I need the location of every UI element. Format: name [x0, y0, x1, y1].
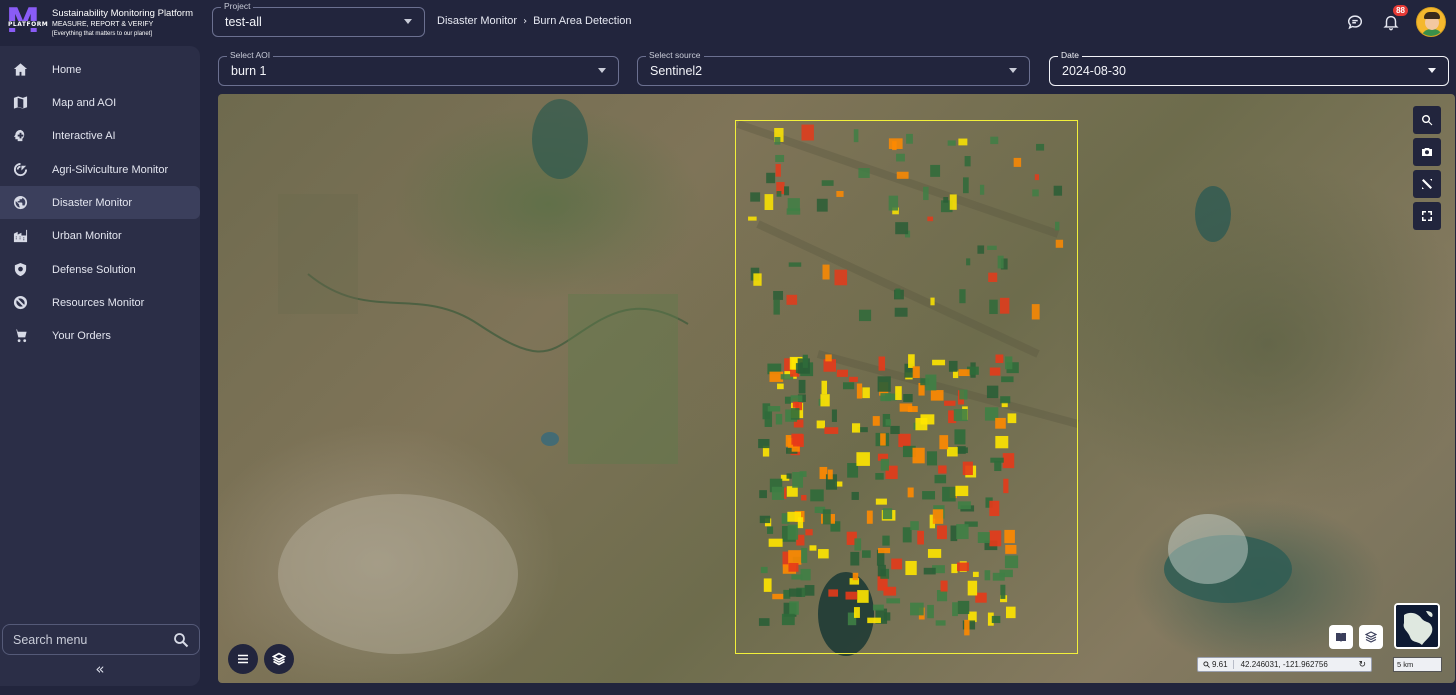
aoi-label: Select AOI: [227, 50, 274, 60]
top-right-actions: 88: [1330, 5, 1446, 37]
menu-icon: [238, 654, 248, 664]
aoi-value: burn 1: [231, 64, 267, 78]
project-select[interactable]: Project test-all: [212, 1, 425, 37]
brand-title: Sustainability Monitoring Platform: [52, 7, 193, 19]
sidebar-item-disaster-monitor[interactable]: Disaster Monitor: [0, 186, 200, 219]
chevron-down-icon: [404, 19, 412, 24]
measure-icon: [1422, 179, 1432, 189]
home-icon: [12, 62, 28, 78]
sidebar: Home Map and AOI Interactive AI Agri-Sil…: [0, 46, 200, 686]
sidebar-item-map-and-aoi[interactable]: Map and AOI: [0, 86, 200, 119]
shield-icon: [12, 262, 28, 278]
satellite-map[interactable]: 9.61 42.246031, -121.962756 ↻ 5 km: [218, 94, 1455, 683]
legend-menu-button[interactable]: [228, 644, 258, 674]
logo-word: PLATFORM: [7, 21, 50, 28]
sidebar-item-defense-solution[interactable]: Defense Solution: [0, 253, 200, 286]
sidebar-item-interactive-ai[interactable]: Interactive AI: [0, 119, 200, 152]
map-scale-bar: 5 km: [1393, 657, 1442, 672]
refresh-icon[interactable]: ↻: [1358, 660, 1366, 670]
chevron-down-icon: [1428, 68, 1436, 73]
overview-minimap[interactable]: [1394, 603, 1440, 649]
project-label: Project: [221, 1, 254, 11]
source-value: Sentinel2: [650, 64, 703, 78]
coordinates-text: 42.246031, -121.962756: [1240, 660, 1328, 669]
no-entry-icon: [12, 295, 28, 311]
cart-icon: [12, 328, 28, 344]
sidebar-item-label: Disaster Monitor: [52, 196, 133, 209]
date-value: 2024-08-30: [1062, 64, 1126, 78]
map-toolbar: [1413, 106, 1441, 234]
search-icon[interactable]: [173, 632, 189, 648]
sprout-icon: [12, 162, 28, 178]
search-menu-input[interactable]: [13, 632, 163, 647]
brand-tagline: [Everything that matters to our planet]: [52, 30, 153, 37]
date-select[interactable]: Date 2024-08-30: [1049, 50, 1449, 86]
sidebar-item-label: Agri-Silviculture Monitor: [52, 163, 169, 176]
book-icon: [1336, 633, 1346, 642]
sidebar-item-label: Your Orders: [52, 329, 111, 342]
layers-icon: [272, 652, 286, 666]
breadcrumb: Disaster Monitor › Burn Area Detection: [437, 15, 632, 27]
breadcrumb-item: Burn Area Detection: [533, 15, 632, 27]
chat-icon: [1347, 15, 1363, 30]
zoom-icon: [1203, 661, 1210, 668]
map-fullscreen-button[interactable]: [1413, 202, 1441, 230]
minimap-globe: [1396, 605, 1438, 647]
avatar[interactable]: [1416, 7, 1446, 37]
project-value: test-all: [225, 15, 262, 29]
platform-logo: M PLATFORM: [6, 1, 50, 41]
search-icon: [1422, 115, 1433, 126]
globe-icon: [12, 195, 28, 211]
map-measure-button[interactable]: [1413, 170, 1441, 198]
sidebar-item-resources-monitor[interactable]: Resources Monitor: [0, 286, 200, 319]
sidebar-item-agri-silviculture[interactable]: Agri-Silviculture Monitor: [0, 153, 200, 186]
map-screenshot-button[interactable]: [1413, 138, 1441, 166]
sidebar-item-label: Urban Monitor: [52, 229, 122, 242]
scale-label: 5 km: [1397, 660, 1414, 669]
stack-icon: [1365, 631, 1377, 643]
sidebar-item-label: Home: [52, 63, 82, 76]
city-icon: [12, 228, 28, 244]
sidebar-item-label: Defense Solution: [52, 263, 136, 276]
source-label: Select source: [646, 50, 704, 60]
chevron-down-icon: [598, 68, 606, 73]
search-menu-box: [2, 624, 200, 655]
sidebar-item-label: Resources Monitor: [52, 296, 145, 309]
aoi-select[interactable]: Select AOI burn 1: [218, 50, 619, 86]
zoom-readout: 9.61: [1198, 660, 1234, 669]
chat-button[interactable]: [1344, 11, 1366, 33]
sidebar-item-urban-monitor[interactable]: Urban Monitor: [0, 219, 200, 252]
brand-header: M PLATFORM Sustainability Monitoring Pla…: [0, 0, 212, 46]
notification-badge: 88: [1393, 5, 1408, 16]
sidebar-item-label: Map and AOI: [52, 96, 117, 109]
collapse-sidebar-button[interactable]: «: [90, 660, 110, 680]
camera-icon: [1422, 148, 1432, 156]
date-label: Date: [1058, 50, 1082, 60]
brain-icon: [12, 128, 28, 144]
map-icon: [12, 95, 28, 111]
sidebar-item-your-orders[interactable]: Your Orders: [0, 319, 200, 352]
layers-button[interactable]: [264, 644, 294, 674]
map-legend-button[interactable]: [1329, 625, 1353, 649]
fullscreen-icon: [1422, 211, 1432, 221]
notifications-button[interactable]: 88: [1380, 5, 1408, 33]
sidebar-item-label: Interactive AI: [52, 129, 116, 142]
sidebar-item-home[interactable]: Home: [0, 53, 200, 86]
breadcrumb-item[interactable]: Disaster Monitor: [437, 15, 517, 27]
brand-subtitle: MEASURE, REPORT & VERIFY: [52, 21, 154, 29]
chevron-right-icon: ›: [523, 15, 528, 27]
source-select[interactable]: Select source Sentinel2: [637, 50, 1030, 86]
zoom-level: 9.61: [1212, 660, 1228, 669]
map-search-button[interactable]: [1413, 106, 1441, 134]
map-layers-toggle-button[interactable]: [1359, 625, 1383, 649]
coordinate-readout: 9.61 42.246031, -121.962756 ↻: [1197, 657, 1372, 672]
aoi-outline: [735, 120, 1078, 654]
chevron-down-icon: [1009, 68, 1017, 73]
